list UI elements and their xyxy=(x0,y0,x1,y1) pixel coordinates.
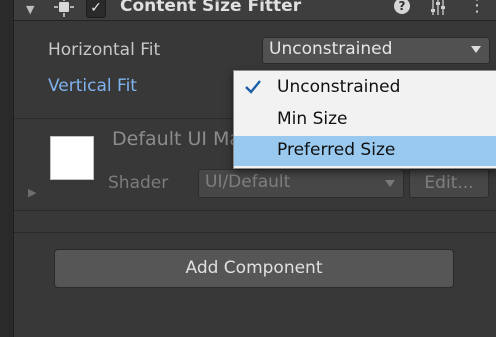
dropdown-arrow-icon xyxy=(471,46,481,53)
vertical-fit-label: Vertical Fit xyxy=(48,76,137,96)
menu-item-preferred-size[interactable]: Preferred Size xyxy=(234,136,496,166)
component-title: Content Size Fitter xyxy=(120,0,302,16)
horizontal-fit-value: Unconstrained xyxy=(269,39,393,59)
fit-options-popup-menu: Unconstrained Min Size Preferred Size xyxy=(233,70,496,169)
foldout-arrow-icon[interactable]: ▼ xyxy=(26,3,34,17)
component-header[interactable]: ▼ ✓ Content Size Fitter ? ⋮ xyxy=(14,0,496,21)
component-enabled-checkbox[interactable]: ✓ xyxy=(86,0,106,18)
context-menu-icon[interactable]: ⋮ xyxy=(468,0,486,16)
shader-label: Shader xyxy=(108,173,169,193)
left-margin-strip xyxy=(0,0,14,337)
menu-item-label: Unconstrained xyxy=(277,77,401,97)
add-component-button[interactable]: Add Component xyxy=(54,249,454,288)
content-size-fitter-icon xyxy=(54,0,74,17)
horizontal-fit-label: Horizontal Fit xyxy=(48,40,161,60)
menu-item-unconstrained[interactable]: Unconstrained xyxy=(234,73,496,103)
menu-item-label: Min Size xyxy=(277,109,348,129)
shader-dropdown-arrow-icon xyxy=(385,180,395,187)
section-divider xyxy=(14,232,496,233)
menu-item-min-size[interactable]: Min Size xyxy=(234,105,496,135)
edit-shader-button[interactable]: Edit... xyxy=(409,169,489,198)
menu-item-label: Preferred Size xyxy=(277,140,396,160)
checkmark-icon xyxy=(245,80,261,94)
shader-value: UI/Default xyxy=(205,172,291,192)
material-foldout-icon[interactable]: ▶ xyxy=(28,186,36,199)
section-divider xyxy=(14,210,496,211)
horizontal-fit-dropdown[interactable]: Unconstrained xyxy=(262,37,490,64)
presets-icon[interactable] xyxy=(430,0,446,16)
shader-dropdown[interactable]: UI/Default xyxy=(198,169,404,198)
help-icon[interactable]: ? xyxy=(394,0,410,14)
material-preview xyxy=(50,136,94,180)
